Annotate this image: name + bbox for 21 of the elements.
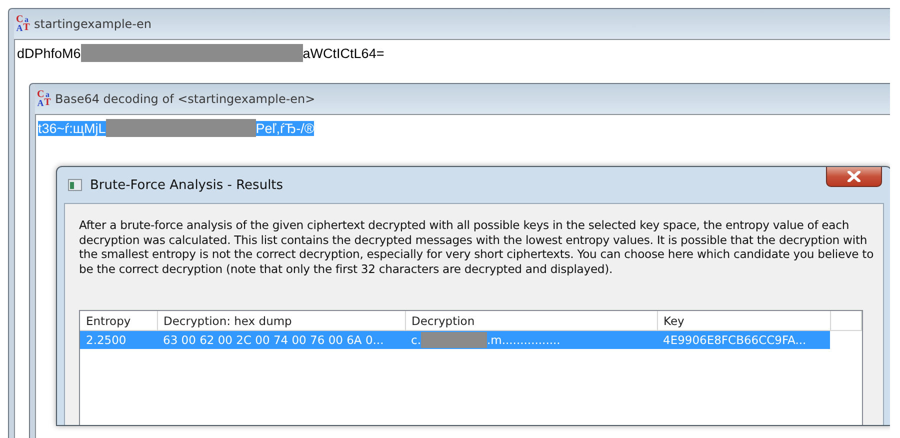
editor-text: aWCtICtL64= [302, 46, 384, 60]
table-cell: 4E9906E8FCB66CC9FA... [663, 333, 806, 347]
app-logo-icon: C a AT [16, 16, 30, 32]
table-cell: .m................ [486, 332, 560, 347]
table-cell: c. [411, 332, 421, 347]
redaction-bar [420, 332, 487, 348]
editor-text: t36~ŕ:щMjL [38, 120, 106, 136]
text-editor[interactable] [14, 39, 890, 438]
editor-text: Peľ,ŕЂ-/® [256, 120, 314, 136]
dialog-title: Brute-Force Analysis - Results [90, 178, 284, 192]
text-editor[interactable] [35, 114, 890, 438]
table-cell: 2.2500 [86, 333, 126, 347]
app-logo-icon: C a AT [37, 91, 51, 107]
close-button[interactable] [826, 167, 882, 187]
window-title: startingexample-en [34, 17, 152, 31]
table-cell: 63 00 62 00 2C 00 74 00 76 00 6A 0... [163, 333, 384, 347]
editor-text: dDPhfoM6 [17, 46, 81, 60]
close-icon [847, 171, 861, 182]
description-text: After a brute-force analysis of the given ciphertext decrypted with all possible keys in the selected key space, the entropy value of each decryption was calculated. This list contains the decrypted messages with the lowest entropy values. It is possible that the decryption with the smallest entropy is not the correct decryption, especially for very short ciphertexts. You can choose here which candidate you believe to be the correct decryption (note that only the first 32 characters are decrypted and displayed). [79, 218, 875, 276]
window-title: Base64 decoding of <startingexample-en> [55, 92, 316, 106]
window-icon [68, 179, 82, 191]
